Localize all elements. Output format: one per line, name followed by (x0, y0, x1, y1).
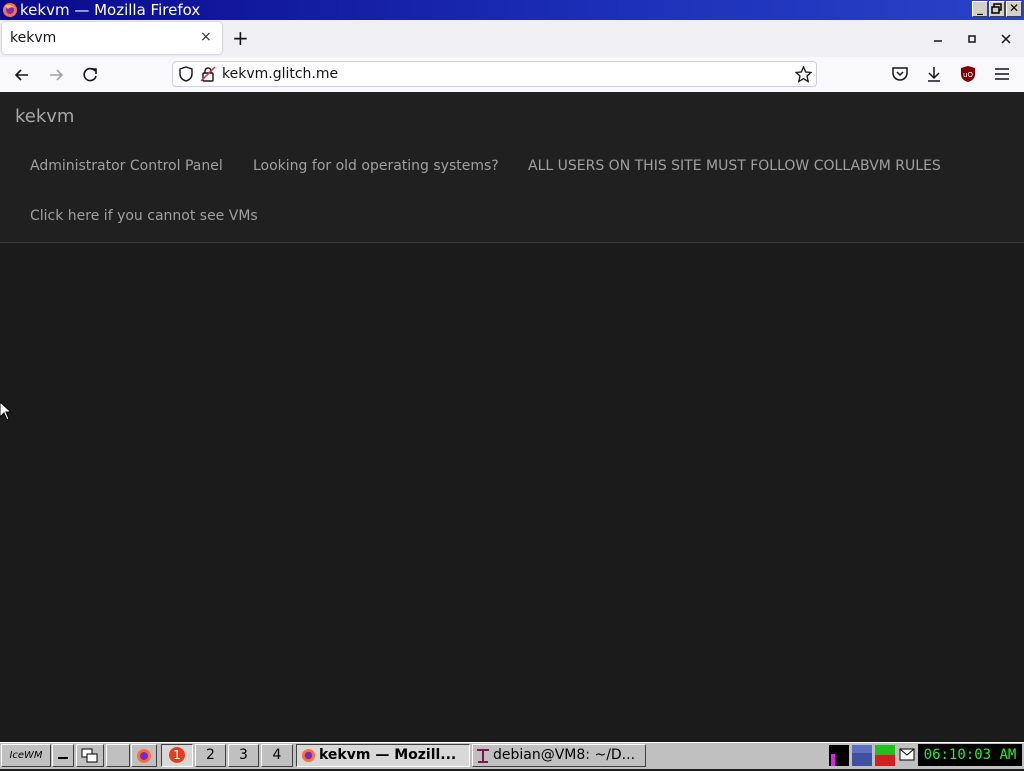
cpu-monitor-icon (829, 745, 849, 766)
nav-link-old-os[interactable]: Looking for old operating systems? (253, 158, 499, 174)
firefox-launcher[interactable] (131, 744, 157, 767)
firefox-icon (301, 748, 316, 763)
url-bar[interactable]: kekvm.glitch.me (172, 61, 817, 87)
restore-icon (991, 3, 1002, 14)
task-label: kekvm — Mozill... (319, 747, 457, 763)
task-button-firefox[interactable]: kekvm — Mozill... (296, 744, 470, 767)
new-tab-button[interactable]: + (232, 27, 249, 49)
show-desktop-button[interactable] (52, 744, 74, 767)
site-brand[interactable]: kekvm (15, 106, 74, 127)
workspace-4-button[interactable]: 4 (261, 744, 293, 767)
tab-title: kekvm (10, 30, 57, 46)
page-body (0, 243, 1024, 742)
quick-launch-blank[interactable] (106, 744, 130, 767)
url-text: kekvm.glitch.me (222, 66, 339, 82)
minimize-button[interactable]: _ (972, 1, 988, 17)
nav-link-cannot-see-vms[interactable]: Click here if you cannot see VMs (30, 208, 258, 224)
insecure-lock-icon[interactable] (200, 66, 216, 82)
download-icon[interactable] (925, 65, 943, 83)
minimize-icon: _ (977, 1, 983, 15)
workspace-2-button[interactable]: 2 (195, 744, 226, 767)
task-label: debian@VM8: ~/D... (493, 747, 636, 763)
task-button-terminal[interactable]: debian@VM8: ~/D... (472, 744, 646, 767)
forward-arrow-icon[interactable] (45, 64, 67, 86)
window-title: kekvm — Mozilla Firefox (20, 1, 201, 19)
svg-text:uO: uO (963, 71, 973, 79)
restore-button[interactable] (989, 1, 1005, 17)
workspace-label: 1 (169, 747, 185, 763)
terminal-icon (477, 749, 489, 763)
window-titlebar[interactable]: kekvm — Mozilla Firefox _ ✕ (0, 0, 1024, 20)
firefox-icon (3, 3, 17, 17)
minimize-windows-icon (58, 757, 68, 759)
windows-icon (81, 748, 98, 763)
tab-close-icon[interactable]: × (200, 29, 212, 45)
nav-link-rules[interactable]: ALL USERS ON THIS SITE MUST FOLLOW COLLA… (528, 158, 941, 174)
tracking-protection-icon[interactable] (178, 66, 194, 82)
workspace-3-button[interactable]: 3 (228, 744, 259, 767)
workspace-1-button[interactable]: 1 (161, 744, 193, 767)
pocket-icon[interactable] (891, 65, 909, 83)
window-list-button[interactable] (76, 744, 104, 767)
firefox-icon (137, 749, 151, 763)
clock[interactable]: 06:10:03 AM (918, 744, 1022, 766)
firefox-minimize-icon[interactable] (932, 33, 944, 45)
start-menu-button[interactable]: IceWM (1, 744, 51, 767)
ublock-origin-icon[interactable]: uO (959, 65, 977, 83)
reload-icon[interactable] (79, 64, 101, 86)
star-icon[interactable] (795, 66, 812, 83)
firefox-close-icon[interactable] (1000, 33, 1012, 45)
memory-monitor-icon (875, 745, 895, 766)
network-monitor-icon (852, 745, 872, 766)
mail-icon[interactable] (899, 748, 915, 762)
mouse-cursor-icon (0, 402, 12, 421)
firefox-maximize-icon[interactable] (966, 33, 978, 45)
close-window-button[interactable]: ✕ (1006, 1, 1022, 17)
nav-link-admin-panel[interactable]: Administrator Control Panel (30, 158, 223, 174)
back-arrow-icon[interactable] (11, 64, 33, 86)
browser-tab[interactable]: kekvm × (2, 22, 222, 54)
hamburger-menu-icon[interactable] (993, 65, 1011, 83)
close-icon: ✕ (1008, 1, 1020, 15)
